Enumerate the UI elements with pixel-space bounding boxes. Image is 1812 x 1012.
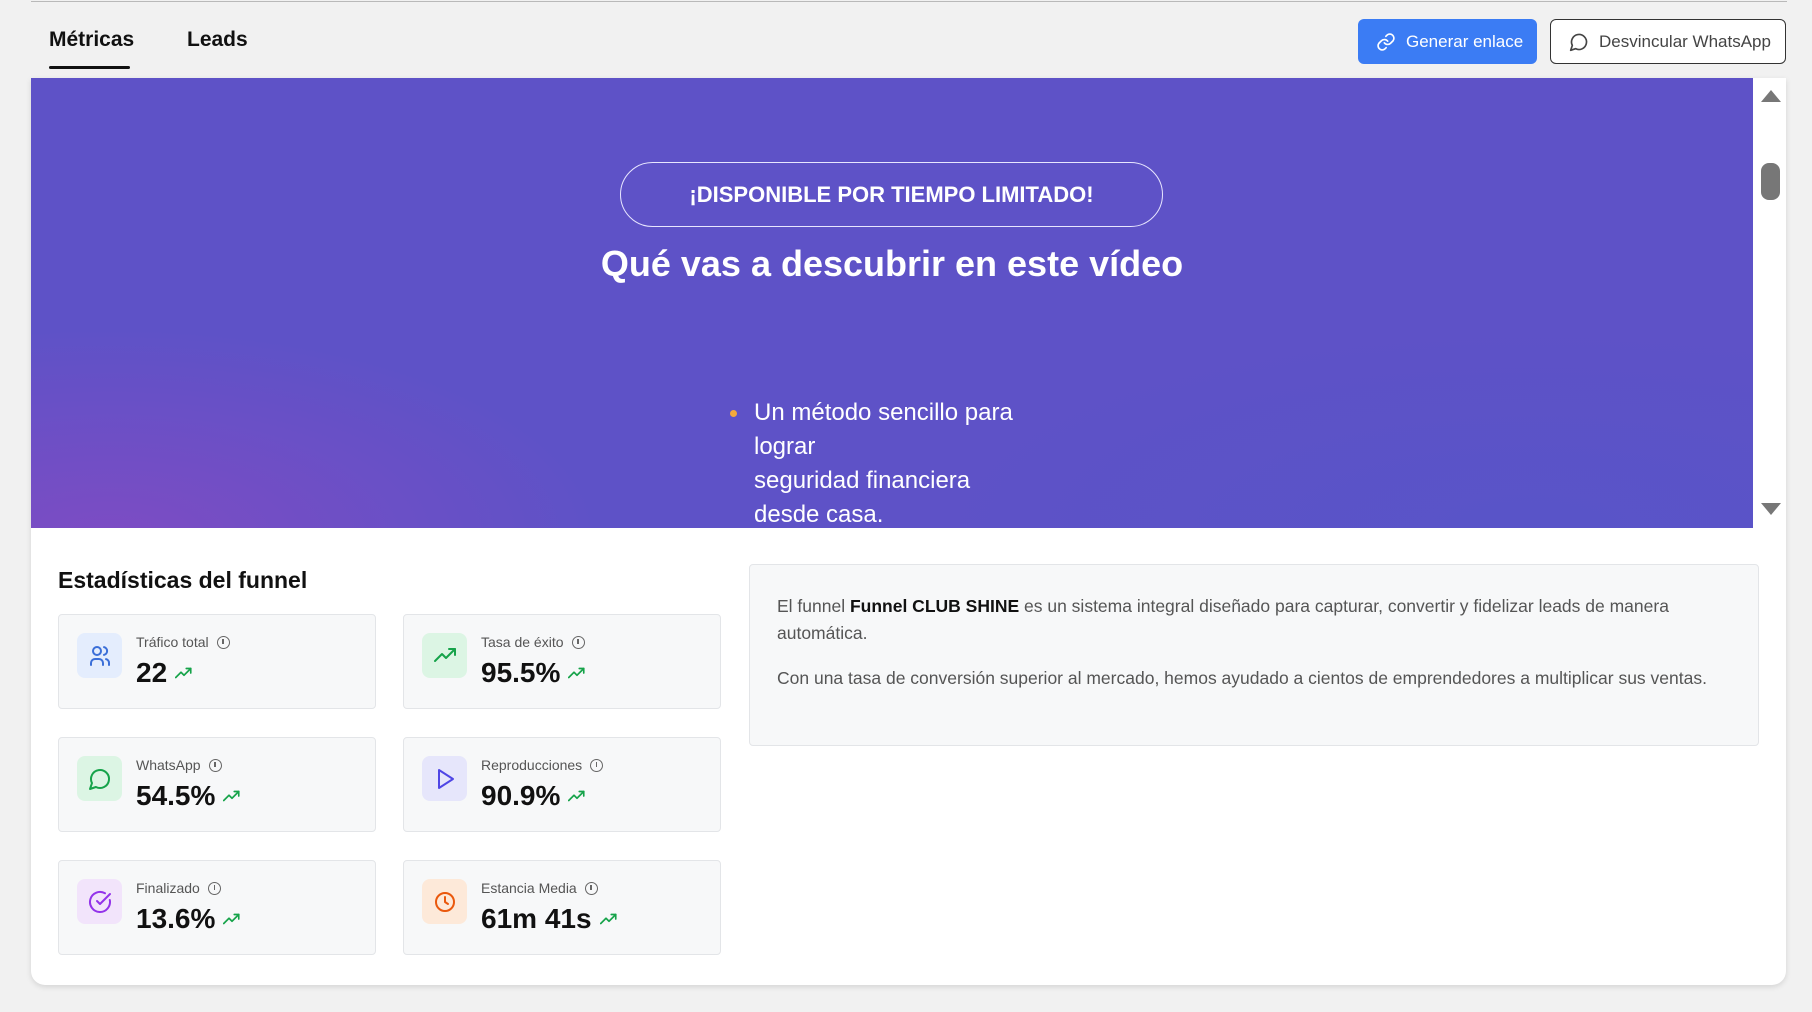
scroll-thumb[interactable] — [1761, 163, 1780, 200]
stat-label-text: Tasa de éxito — [481, 634, 564, 650]
funnel-name: Funnel CLUB SHINE — [849, 596, 1020, 616]
generate-link-label: Generar enlace — [1406, 31, 1524, 51]
top-divider — [31, 1, 1787, 2]
preview-bullet: Un método sencillo para lograr seguridad… — [754, 396, 1074, 528]
stat-value-text: 54.5% — [136, 780, 216, 811]
play-icon — [437, 768, 454, 789]
bullet-dot — [730, 410, 737, 417]
stat-label-text: Estancia Media — [481, 880, 577, 896]
stat-icon-box — [77, 879, 122, 924]
tab-metricas[interactable]: Métricas — [49, 28, 134, 52]
check-circle-icon — [88, 890, 111, 913]
stat-label: WhatsApp — [136, 757, 222, 773]
stat-label: Tasa de éxito — [481, 634, 585, 650]
stat-icon-box — [422, 756, 467, 801]
stat-label: Finalizado — [136, 880, 221, 896]
stat-value-text: 90.9% — [481, 780, 561, 811]
stat-value-text: 95.5% — [481, 657, 561, 688]
tab-leads[interactable]: Leads — [187, 28, 248, 52]
clock-icon — [434, 891, 455, 912]
link-icon — [1377, 32, 1395, 51]
funnel-description: El funnel Funnel CLUB SHINE es un sistem… — [749, 564, 1759, 746]
info-icon[interactable] — [216, 635, 230, 649]
generate-link-button[interactable]: Generar enlace — [1358, 19, 1537, 64]
description-prefix: El funnel — [777, 596, 850, 616]
bullet-line: seguridad financiera — [754, 467, 971, 494]
unlink-whatsapp-button[interactable]: Desvincular WhatsApp — [1550, 19, 1786, 64]
unlink-whatsapp-label: Desvincular WhatsApp — [1599, 31, 1771, 51]
stat-icon-box — [77, 756, 122, 801]
users-icon — [89, 645, 110, 666]
trending-up-icon — [568, 790, 585, 802]
trending-up-icon — [433, 647, 456, 662]
bullet-line: lograr — [754, 433, 816, 460]
description-paragraph: Con una tasa de conversión superior al m… — [777, 668, 1707, 688]
stat-value: 61m 41s — [481, 903, 618, 935]
active-tab-indicator — [49, 66, 130, 69]
info-icon[interactable] — [590, 758, 604, 772]
stat-value-text: 22 — [136, 657, 168, 688]
stat-card-avg-stay: Estancia Media 61m 41s — [403, 860, 721, 955]
trending-up-icon — [568, 667, 585, 679]
trending-up-icon — [175, 667, 192, 679]
funnel-preview[interactable]: ¡DISPONIBLE POR TIEMPO LIMITADO! Qué vas… — [31, 78, 1753, 528]
preview-title: Qué vas a descubrir en este vídeo — [600, 243, 1184, 284]
stat-label-text: Tráfico total — [136, 634, 209, 650]
stat-value: 95.5% — [481, 657, 586, 689]
preview-scrollbar[interactable] — [1753, 78, 1786, 528]
stat-value: 54.5% — [136, 780, 241, 812]
description-paragraph: El funnel Funnel CLUB SHINE es un sistem… — [777, 593, 1731, 647]
stat-value: 22 — [136, 657, 193, 689]
stat-value: 13.6% — [136, 903, 241, 935]
message-circle-icon — [88, 768, 110, 790]
stat-value-text: 13.6% — [136, 903, 216, 934]
stat-value-text: 61m 41s — [481, 903, 592, 934]
stat-card-success-rate: Tasa de éxito 95.5% — [403, 614, 721, 709]
info-icon[interactable] — [584, 881, 598, 895]
trending-up-icon — [599, 913, 617, 925]
stat-card-plays: Reproducciones 90.9% — [403, 737, 721, 832]
limited-offer-badge[interactable]: ¡DISPONIBLE POR TIEMPO LIMITADO! — [620, 162, 1163, 227]
bullet-line: Un método sencillo para — [754, 399, 1013, 426]
trending-up-icon — [223, 913, 240, 925]
scroll-down-arrow-icon[interactable] — [1761, 503, 1781, 515]
info-icon[interactable] — [208, 758, 222, 772]
stat-icon-box — [422, 879, 467, 924]
stat-icon-box — [422, 633, 467, 678]
message-circle-icon — [1569, 33, 1588, 51]
stat-card-traffic: Tráfico total 22 — [58, 614, 376, 709]
stat-label: Tráfico total — [136, 634, 230, 650]
info-icon[interactable] — [207, 881, 221, 895]
stat-label: Estancia Media — [481, 880, 598, 896]
trending-up-icon — [223, 790, 240, 802]
stats-title: Estadísticas del funnel — [58, 567, 308, 593]
stat-label: Reproducciones — [481, 757, 604, 773]
stat-label-text: Reproducciones — [481, 757, 583, 773]
info-icon[interactable] — [571, 635, 585, 649]
funnel-card: ¡DISPONIBLE POR TIEMPO LIMITADO! Qué vas… — [31, 78, 1786, 985]
stat-icon-box — [77, 633, 122, 678]
bullet-line: desde casa. — [754, 501, 884, 528]
stat-label-text: WhatsApp — [136, 757, 201, 773]
stat-card-completed: Finalizado 13.6% — [58, 860, 376, 955]
stat-card-whatsapp: WhatsApp 54.5% — [58, 737, 376, 832]
stat-label-text: Finalizado — [136, 880, 200, 896]
stat-value: 90.9% — [481, 780, 586, 812]
scroll-up-arrow-icon[interactable] — [1761, 90, 1781, 102]
